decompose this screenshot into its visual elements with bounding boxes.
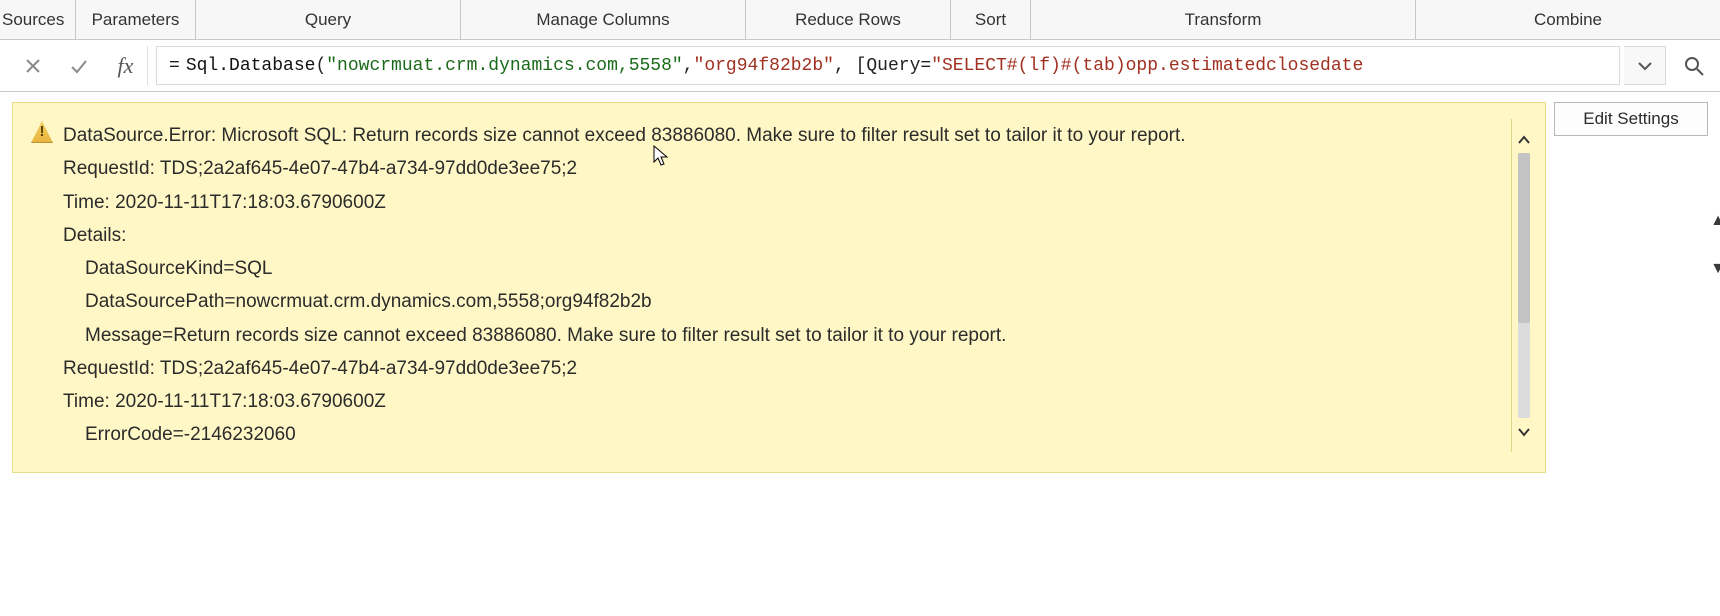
formula-sep2: , [Query=	[834, 56, 931, 76]
ribbon-group-query: Query	[196, 0, 461, 39]
pane-collapse-up-icon[interactable]: ▲	[1710, 212, 1720, 230]
error-line-3: Time: 2020-11-11T17:18:03.6790600Z	[63, 186, 1505, 219]
error-line-9: Time: 2020-11-11T17:18:03.6790600Z	[63, 385, 1505, 418]
ribbon-group-reduce-rows: Reduce Rows	[746, 0, 951, 39]
ribbon-group-transform: Transform	[1031, 0, 1416, 39]
scroll-down-icon[interactable]	[1517, 421, 1531, 442]
formula-cancel-button[interactable]	[12, 46, 54, 85]
formula-arg1: "nowcrmuat.crm.dynamics.com,5558"	[326, 56, 682, 76]
check-icon	[69, 57, 89, 75]
pane-collapse-down-icon[interactable]: ▼	[1710, 260, 1720, 278]
formula-func: Sql.Database	[186, 56, 316, 76]
error-message-body: DataSource.Error: Microsoft SQL: Return …	[63, 119, 1511, 452]
warning-icon	[31, 121, 53, 143]
close-icon	[24, 57, 42, 75]
error-line-6: DataSourcePath=nowcrmuat.crm.dynamics.co…	[63, 285, 1505, 318]
formula-open-paren: (	[315, 56, 326, 76]
ribbon-group-manage-columns: Manage Columns	[461, 0, 746, 39]
workspace: DataSource.Error: Microsoft SQL: Return …	[0, 92, 1720, 473]
warning-icon-column	[31, 119, 63, 452]
chevron-down-icon	[1637, 60, 1653, 72]
fx-label: fx	[104, 46, 148, 85]
error-container: DataSource.Error: Microsoft SQL: Return …	[12, 102, 1708, 473]
search-button[interactable]	[1676, 46, 1712, 85]
error-line-2: RequestId: TDS;2a2af645-4e07-47b4-a734-9…	[63, 152, 1505, 185]
error-line-1: DataSource.Error: Microsoft SQL: Return …	[63, 119, 1505, 152]
formula-equals: =	[169, 56, 180, 76]
ribbon-group-parameters: Parameters	[76, 0, 196, 39]
ribbon-groups-row: Sources Parameters Query Manage Columns …	[0, 0, 1720, 40]
error-scrollbar[interactable]	[1511, 119, 1535, 452]
error-side-column: Edit Settings ▲ ▼	[1554, 102, 1708, 136]
formula-sep1: ,	[683, 56, 694, 76]
formula-bar: fx = Sql.Database ( "nowcrmuat.crm.dynam…	[0, 40, 1720, 92]
pane-collapse-arrows: ▲ ▼	[1710, 212, 1720, 278]
ribbon-group-combine: Combine	[1416, 0, 1720, 39]
formula-arg3: "SELECT#(lf)#(tab)opp.estimatedclosedate	[931, 56, 1363, 76]
edit-settings-button[interactable]: Edit Settings	[1554, 102, 1708, 136]
error-panel: DataSource.Error: Microsoft SQL: Return …	[12, 102, 1546, 473]
error-line-7: Message=Return records size cannot excee…	[63, 319, 1505, 352]
error-line-10: ErrorCode=-2146232060	[63, 418, 1505, 451]
formula-commit-button[interactable]	[58, 46, 100, 85]
formula-expand-button[interactable]	[1624, 46, 1666, 85]
ribbon-group-sources: Sources	[0, 0, 76, 39]
error-line-8: RequestId: TDS;2a2af645-4e07-47b4-a734-9…	[63, 352, 1505, 385]
scroll-thumb[interactable]	[1518, 153, 1530, 323]
formula-arg2: "org94f82b2b"	[694, 56, 834, 76]
search-icon	[1684, 56, 1704, 76]
formula-input[interactable]: = Sql.Database ( "nowcrmuat.crm.dynamics…	[156, 46, 1620, 85]
error-line-4: Details:	[63, 219, 1505, 252]
error-line-5: DataSourceKind=SQL	[63, 252, 1505, 285]
scroll-up-icon[interactable]	[1517, 129, 1531, 150]
ribbon-group-sort: Sort	[951, 0, 1031, 39]
